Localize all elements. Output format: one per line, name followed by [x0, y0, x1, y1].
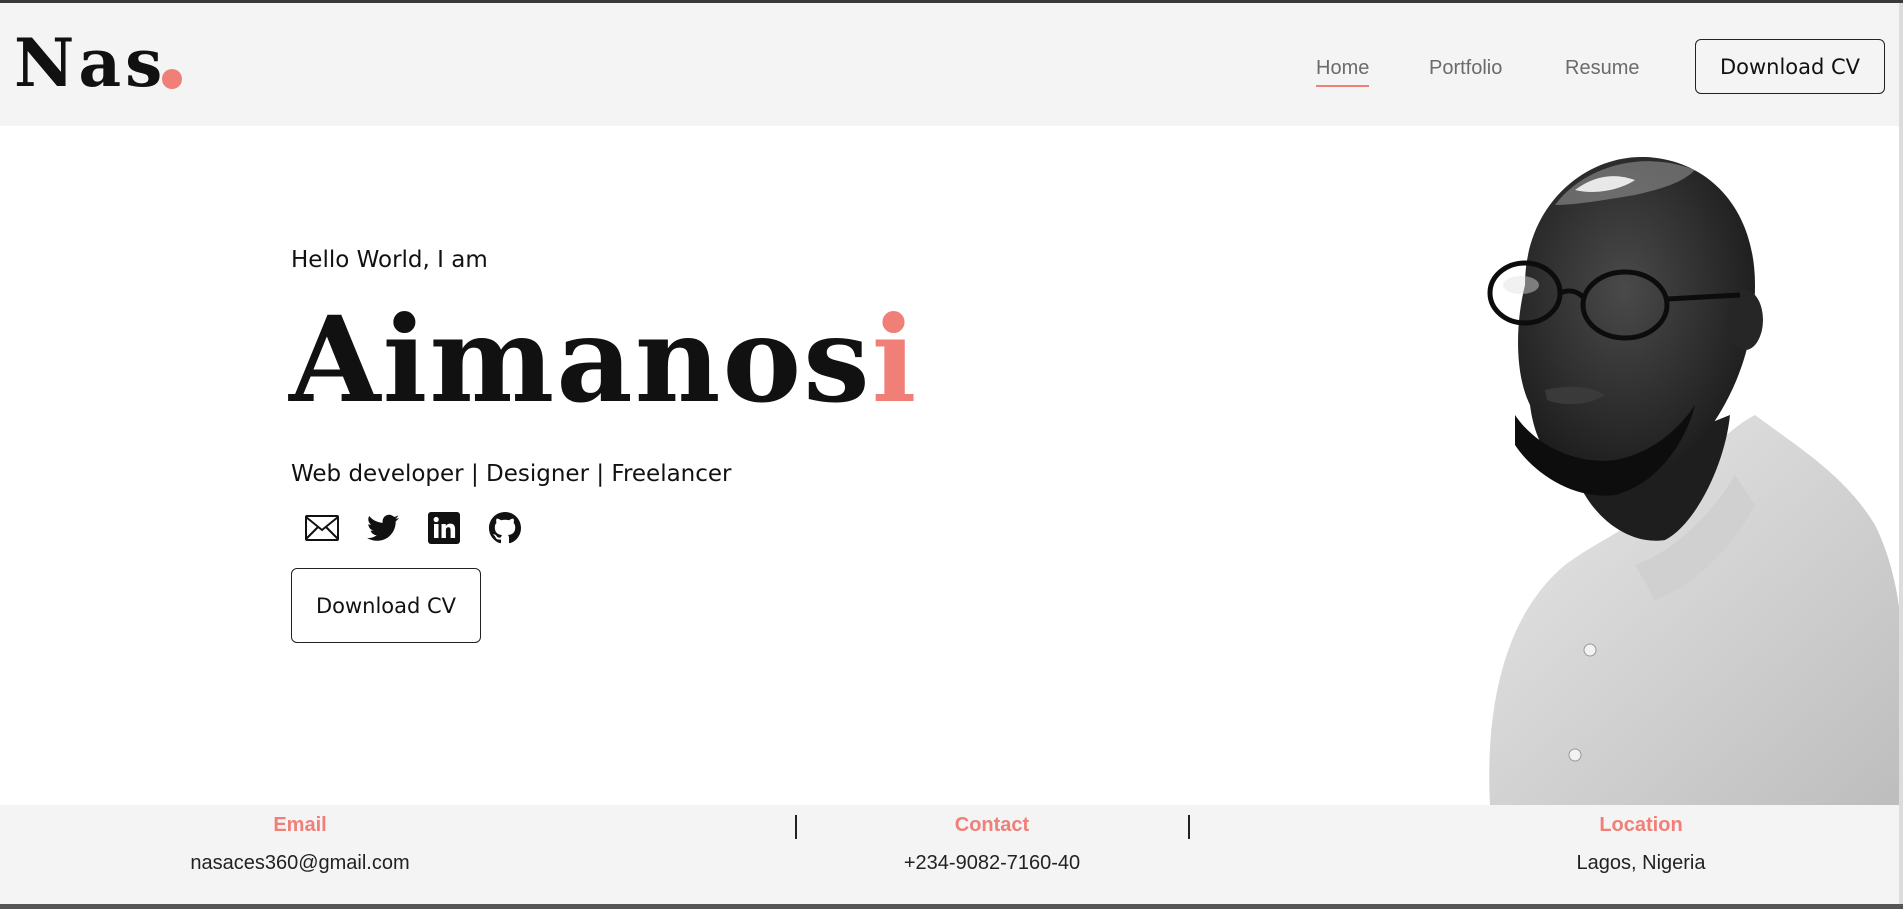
hero-roles: Web developer | Designer | Freelancer [291, 461, 732, 487]
hero-name-main: Aimanos [289, 290, 872, 429]
hero-name-accent: i [871, 290, 919, 429]
hero-download-cv-button[interactable]: Download CV [291, 568, 481, 643]
nav-portfolio[interactable]: Portfolio [1429, 53, 1502, 85]
nav-resume[interactable]: Resume [1565, 53, 1639, 85]
divider [1188, 815, 1190, 839]
location-value: Lagos, Nigeria [1576, 852, 1706, 874]
divider [795, 815, 797, 839]
site-header: Nas Home Portfolio Resume Download CV [0, 3, 1903, 126]
twitter-icon[interactable] [365, 510, 401, 546]
hero-greeting: Hello World, I am [291, 247, 488, 273]
vertical-scrollbar[interactable] [1899, 3, 1903, 904]
logo[interactable]: Nas [14, 21, 166, 105]
email-title: Email [273, 814, 327, 836]
mail-icon[interactable] [304, 510, 340, 546]
email-value: nasaces360@gmail.com [190, 852, 410, 874]
taskbar-strip [0, 904, 1903, 909]
nav-home[interactable]: Home [1316, 53, 1370, 87]
linkedin-icon[interactable] [426, 510, 462, 546]
hero-name: Aimanosi [289, 290, 918, 430]
contact-title: Contact [954, 814, 1030, 836]
portrait-photo [1487, 156, 1903, 805]
logo-dot [162, 69, 182, 89]
contact-value: +234-9082-7160-40 [903, 852, 1081, 874]
github-icon[interactable] [487, 510, 523, 546]
location-title: Location [1599, 814, 1683, 836]
header-download-cv-button[interactable]: Download CV [1695, 39, 1885, 94]
